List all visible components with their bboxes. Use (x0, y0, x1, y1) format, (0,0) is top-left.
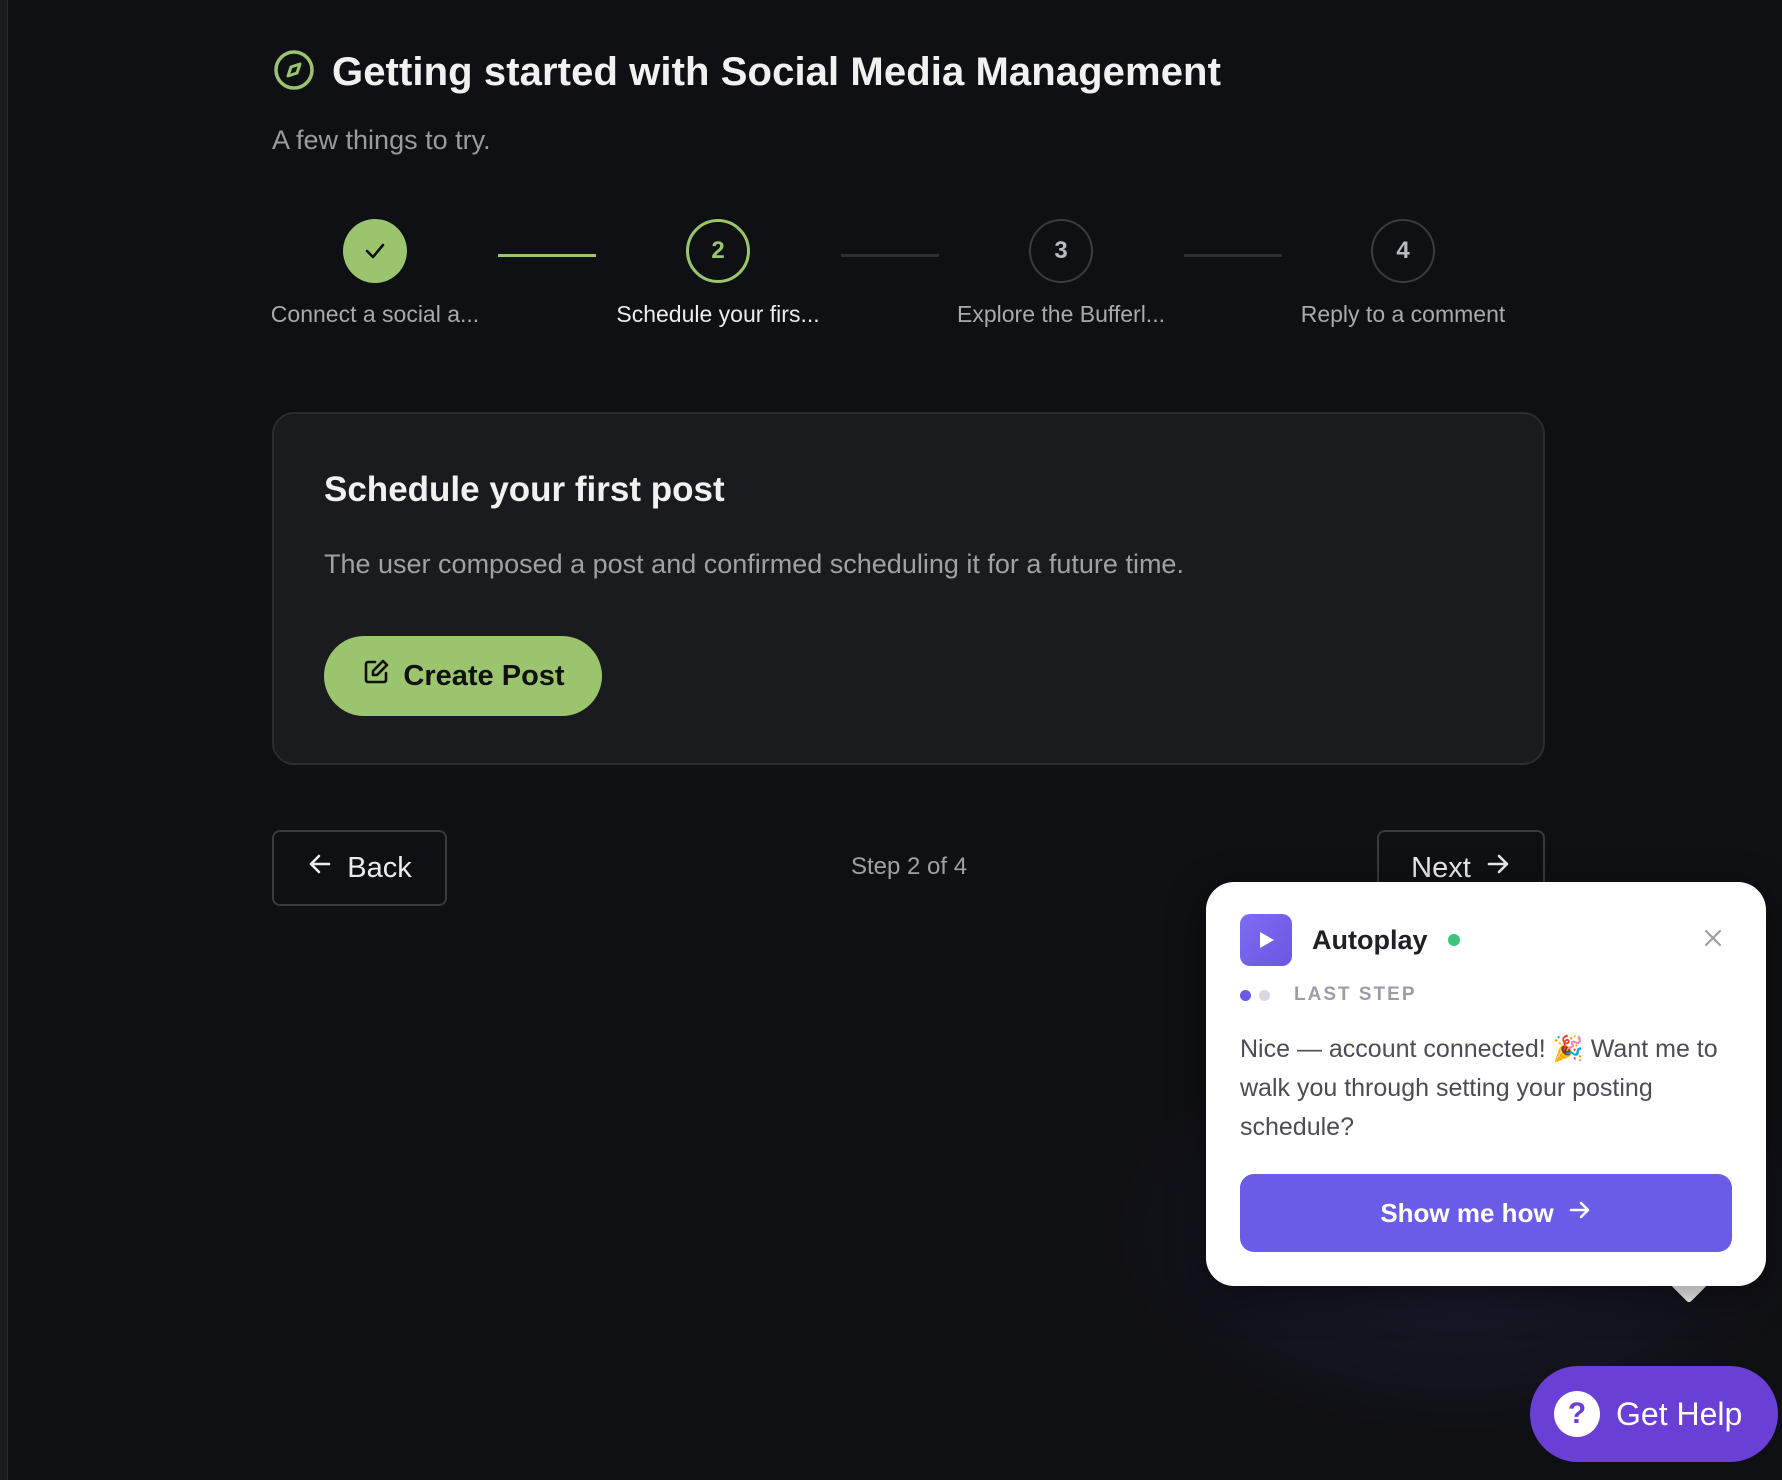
popup-header: Autoplay (1240, 914, 1460, 966)
create-post-button[interactable]: Create Post (324, 636, 602, 716)
step-connector (1184, 254, 1282, 257)
progress-dot (1259, 989, 1270, 1001)
cta-label: Show me how (1380, 1197, 1554, 1228)
step-label: Explore the Bufferl... (957, 301, 1165, 327)
card-title: Schedule your first post (324, 470, 725, 509)
step-counter: Step 2 of 4 (851, 853, 968, 880)
card-description: The user composed a post and confirmed s… (324, 549, 1184, 579)
title-row: Getting started with Social Media Manage… (272, 48, 1221, 97)
popup-message: Nice — account connected! 🎉 Want me to w… (1240, 1035, 1718, 1141)
edit-icon (361, 657, 391, 695)
step-number: 2 (686, 219, 750, 283)
arrow-left-icon (307, 851, 333, 885)
get-help-label: Get Help (1616, 1395, 1743, 1432)
step-label: Schedule your firs... (616, 301, 820, 327)
step-3[interactable]: 3 Explore the Bufferl... (941, 219, 1181, 328)
page-title: Getting started with Social Media Manage… (332, 50, 1221, 94)
page-subtitle: A few things to try. (272, 125, 491, 155)
arrow-right-icon (1485, 851, 1511, 885)
step-4[interactable]: 4 Reply to a comment (1283, 219, 1523, 328)
step-2[interactable]: 2 Schedule your firs... (598, 219, 838, 328)
create-post-label: Create Post (403, 659, 565, 692)
show-me-how-button[interactable]: Show me how (1240, 1174, 1732, 1252)
arrow-right-icon (1568, 1198, 1592, 1229)
question-icon: ? (1554, 1391, 1600, 1437)
app-name: Autoplay (1312, 924, 1428, 955)
page-header: Getting started with Social Media Manage… (272, 48, 1221, 156)
step-number: 3 (1029, 219, 1093, 283)
back-button[interactable]: Back (272, 830, 447, 906)
left-border (0, 0, 8, 1480)
step-label: Reply to a comment (1300, 301, 1506, 327)
step-card: Schedule your first post The user compos… (272, 412, 1545, 765)
close-button[interactable] (1700, 926, 1726, 952)
step-1[interactable]: Connect a social a... (255, 219, 495, 328)
next-label: Next (1411, 851, 1471, 884)
play-icon (1240, 914, 1292, 966)
step-connector (841, 254, 939, 257)
back-label: Back (347, 851, 412, 884)
online-status-dot (1447, 934, 1460, 946)
step-check-icon (343, 219, 407, 283)
autoplay-popup: Autoplay LAST STEP Nice — account connec… (1206, 882, 1766, 1286)
close-icon (1702, 929, 1724, 952)
get-help-button[interactable]: ? Get Help (1530, 1366, 1778, 1462)
stepper: Connect a social a... 2 Schedule your fi… (271, 219, 1545, 339)
step-connector (498, 254, 596, 257)
progress-label: LAST STEP (1294, 984, 1417, 1005)
compass-icon (272, 48, 316, 97)
progress-dot-active (1240, 989, 1251, 1001)
step-number: 4 (1371, 219, 1435, 283)
step-label: Connect a social a... (270, 301, 480, 327)
progress-indicator: LAST STEP (1240, 984, 1417, 1006)
